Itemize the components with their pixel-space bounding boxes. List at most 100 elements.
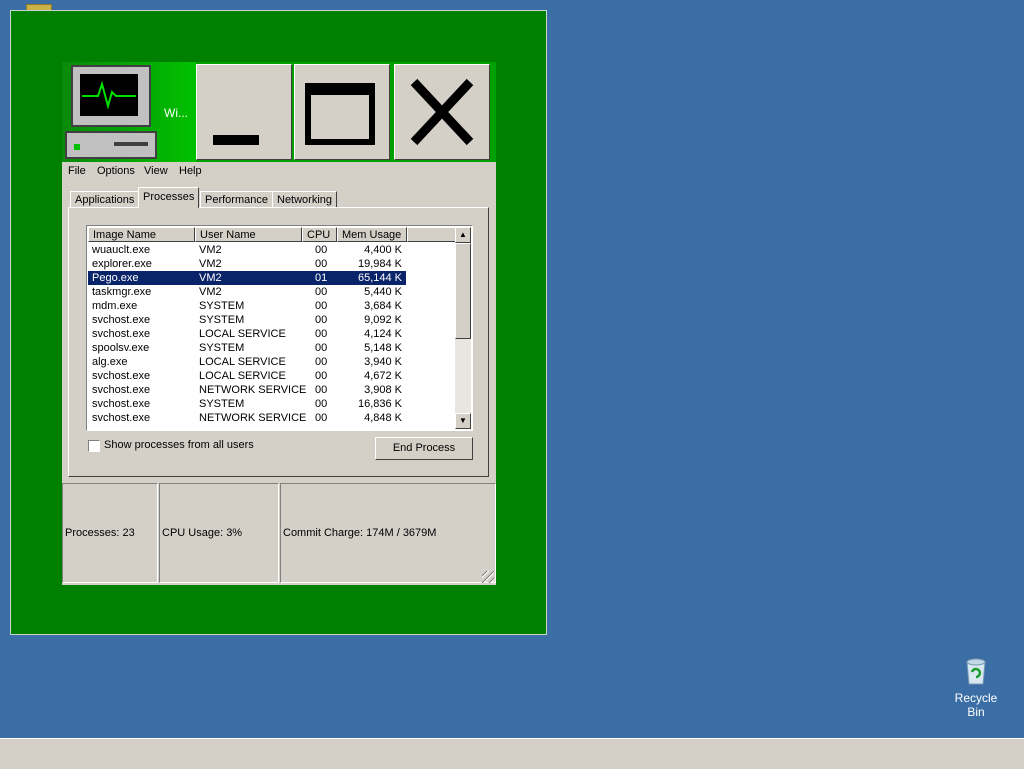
recycle-bin-desktop-icon[interactable]: Recycle Bin: [946, 656, 1006, 719]
process-image-name: spoolsv.exe: [92, 342, 150, 354]
column-header-image-name[interactable]: Image Name: [88, 227, 195, 242]
window-title: Wi...: [164, 106, 188, 120]
process-mem-usage: 4,848 K: [364, 412, 402, 424]
process-list[interactable]: Image Name User Name CPU Mem Usage wuauc…: [86, 225, 473, 431]
process-user-name: LOCAL SERVICE: [199, 356, 286, 368]
process-user-name: SYSTEM: [199, 398, 245, 410]
process-user-name: LOCAL SERVICE: [199, 328, 286, 340]
scroll-down-button[interactable]: ▼: [455, 413, 471, 429]
process-user-name: NETWORK SERVICE: [199, 412, 307, 424]
show-all-users-label[interactable]: Show processes from all users: [104, 439, 254, 451]
process-cpu: 00: [315, 244, 328, 256]
process-image-name: svchost.exe: [92, 328, 151, 340]
column-header-cpu[interactable]: CPU: [302, 227, 337, 242]
table-row[interactable]: svchost.exe LOCAL SERVICE 00 4,672 K: [88, 369, 406, 383]
process-cpu: 00: [315, 314, 328, 326]
process-image-name: svchost.exe: [92, 314, 151, 326]
minimize-button[interactable]: [196, 64, 292, 160]
process-cpu: 01: [315, 272, 328, 284]
process-mem-usage: 4,124 K: [364, 328, 402, 340]
recycle-bin-icon: [966, 658, 986, 685]
process-user-name: NETWORK SERVICE: [199, 384, 307, 396]
maximize-icon: [305, 83, 375, 145]
close-icon: [410, 78, 474, 146]
status-processes: Processes: 23: [62, 483, 158, 583]
process-image-name: Pego.exe: [92, 272, 139, 284]
process-user-name: SYSTEM: [199, 314, 245, 326]
table-row[interactable]: taskmgr.exe VM2 00 5,440 K: [88, 285, 406, 299]
status-cpu-usage: CPU Usage: 3%: [159, 483, 279, 583]
process-mem-usage: 4,672 K: [364, 370, 402, 382]
tab-applications[interactable]: Applications: [70, 191, 140, 208]
status-commit-charge: Commit Charge: 174M / 3679M: [280, 483, 496, 583]
process-image-name: svchost.exe: [92, 412, 151, 424]
table-row[interactable]: alg.exe LOCAL SERVICE 00 3,940 K: [88, 355, 406, 369]
process-image-name: svchost.exe: [92, 370, 151, 382]
process-image-name: explorer.exe: [92, 258, 152, 270]
column-header-filler: [407, 227, 456, 242]
table-row[interactable]: svchost.exe NETWORK SERVICE 00 3,908 K: [88, 383, 406, 397]
show-all-users-checkbox[interactable]: [88, 440, 100, 452]
tab-performance[interactable]: Performance: [200, 191, 273, 208]
process-cpu: 00: [315, 398, 328, 410]
table-row[interactable]: mdm.exe SYSTEM 00 3,684 K: [88, 299, 406, 313]
close-button[interactable]: [394, 64, 490, 160]
process-user-name: VM2: [199, 244, 222, 256]
maximize-button[interactable]: [294, 64, 390, 160]
end-process-button[interactable]: End Process: [375, 437, 473, 460]
resize-grip[interactable]: [482, 571, 494, 583]
recycle-bin-label: Recycle Bin: [954, 691, 998, 719]
process-cpu: 00: [315, 412, 328, 424]
menu-bar: File Options View Help: [62, 162, 496, 182]
menu-help[interactable]: Help: [179, 165, 202, 177]
menu-view[interactable]: View: [144, 165, 168, 177]
process-cpu: 00: [315, 328, 328, 340]
process-image-name: svchost.exe: [92, 384, 151, 396]
process-image-name: mdm.exe: [92, 300, 138, 312]
process-user-name: VM2: [199, 258, 222, 270]
process-mem-usage: 3,940 K: [364, 356, 402, 368]
process-user-name: VM2: [199, 286, 222, 298]
table-row[interactable]: wuauclt.exe VM2 00 4,400 K: [88, 243, 406, 257]
table-row[interactable]: spoolsv.exe SYSTEM 00 5,148 K: [88, 341, 406, 355]
task-manager-window: Wi... File Options View Help Application…: [62, 62, 496, 585]
process-user-name: SYSTEM: [199, 300, 245, 312]
process-image-name: wuauclt.exe: [92, 244, 151, 256]
process-mem-usage: 16,836 K: [357, 398, 402, 410]
process-image-name: alg.exe: [92, 356, 128, 368]
process-cpu: 00: [315, 258, 328, 270]
process-mem-usage: 65,144 K: [357, 272, 402, 284]
tab-processes[interactable]: Processes: [138, 187, 200, 208]
table-row[interactable]: svchost.exe SYSTEM 00 16,836 K: [88, 397, 406, 411]
process-cpu: 00: [315, 370, 328, 382]
process-cpu: 00: [315, 300, 328, 312]
process-cpu: 00: [315, 384, 328, 396]
column-header-mem-usage[interactable]: Mem Usage: [337, 227, 407, 242]
process-mem-usage: 3,908 K: [364, 384, 402, 396]
menu-options[interactable]: Options: [97, 165, 135, 177]
table-row[interactable]: Pego.exe VM2 01 65,144 K: [88, 271, 406, 285]
menu-file[interactable]: File: [68, 165, 86, 177]
table-row[interactable]: svchost.exe LOCAL SERVICE 00 4,124 K: [88, 327, 406, 341]
process-mem-usage: 5,148 K: [364, 342, 402, 354]
process-cpu: 00: [315, 286, 328, 298]
process-image-name: taskmgr.exe: [92, 286, 152, 298]
process-mem-usage: 3,684 K: [364, 300, 402, 312]
column-header-user-name[interactable]: User Name: [195, 227, 302, 242]
process-cpu: 00: [315, 342, 328, 354]
scroll-up-button[interactable]: ▲: [455, 227, 471, 243]
taskbar: [0, 738, 1024, 769]
table-row[interactable]: explorer.exe VM2 00 19,984 K: [88, 257, 406, 271]
title-bar[interactable]: Wi...: [62, 62, 496, 162]
minimize-icon: [213, 135, 259, 145]
table-row[interactable]: svchost.exe NETWORK SERVICE 00 4,848 K: [88, 411, 406, 425]
process-mem-usage: 9,092 K: [364, 314, 402, 326]
tab-networking[interactable]: Networking: [272, 191, 338, 208]
process-user-name: LOCAL SERVICE: [199, 370, 286, 382]
table-row[interactable]: svchost.exe SYSTEM 00 9,092 K: [88, 313, 406, 327]
process-mem-usage: 4,400 K: [364, 244, 402, 256]
scroll-thumb[interactable]: [455, 243, 471, 339]
process-mem-usage: 5,440 K: [364, 286, 402, 298]
monitor-icon: [65, 65, 157, 159]
vertical-scrollbar[interactable]: ▲ ▼: [455, 227, 471, 429]
